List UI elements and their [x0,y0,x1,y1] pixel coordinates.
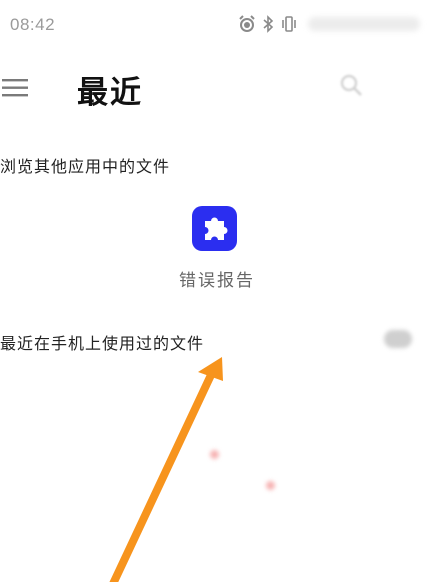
alarm-icon [239,15,255,32]
app-label: 错误报告 [179,271,255,291]
app-icon-bug-report [192,206,237,251]
status-blurred-info [308,17,420,31]
browse-other-apps-heading: 浏览其他应用中的文件 [0,157,171,176]
status-icons [238,14,298,34]
vibrate-icon [282,16,296,32]
search-icon[interactable] [338,72,364,98]
hamburger-menu-icon[interactable] [0,76,30,100]
status-time: 08:42 [10,15,56,34]
puzzle-icon [205,217,228,240]
recent-files-heading: 最近在手机上使用过的文件 [0,334,205,353]
bluetooth-icon [263,15,274,33]
speck-2 [266,481,275,490]
view-toggle-icon[interactable] [384,330,412,348]
speck-1 [210,450,219,459]
status-bar: 08:42 [0,0,437,48]
page-title: 最近 [77,75,143,111]
app-tile-bug-report[interactable]: 错误报告 [160,200,274,300]
